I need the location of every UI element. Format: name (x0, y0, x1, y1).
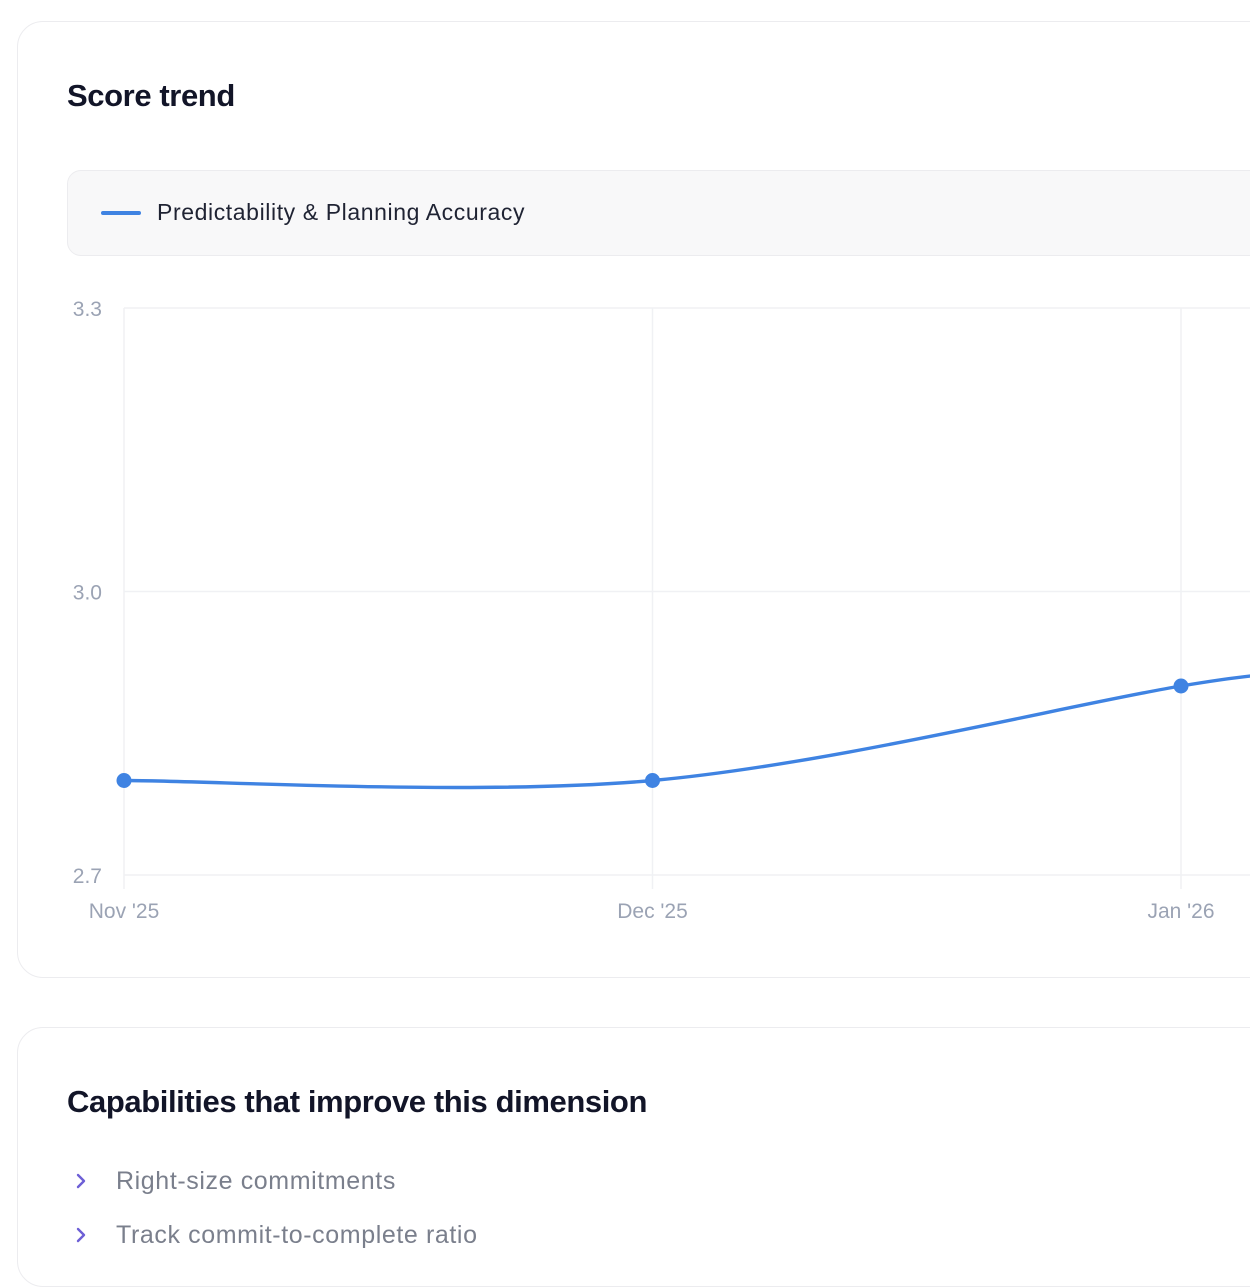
score-trend-chart: 3.3 3.0 2.7 Nov '25 Dec '25 Jan '26 (73, 298, 1250, 923)
x-tick-label: Jan '26 (1147, 900, 1214, 923)
x-tick-label: Dec '25 (617, 900, 688, 923)
chart-axis-labels: 3.3 3.0 2.7 Nov '25 Dec '25 Jan '26 (73, 298, 1215, 923)
capability-item-right-size[interactable]: Right-size commitments (68, 1154, 478, 1208)
data-point[interactable] (116, 773, 132, 788)
capabilities-title: Capabilities that improve this dimension (67, 1084, 647, 1119)
y-tick-label: 3.0 (73, 582, 102, 605)
chevron-right-icon (76, 1227, 86, 1243)
chevron-right-icon (76, 1173, 86, 1189)
data-point[interactable] (1173, 678, 1189, 694)
chart-series-lines (122, 674, 1250, 790)
data-point[interactable] (645, 773, 660, 788)
capability-label: Track commit-to-complete ratio (116, 1220, 478, 1249)
series-line (122, 674, 1250, 790)
capability-label: Right-size commitments (116, 1166, 396, 1195)
capabilities-list: Right-size commitments Track commit-to-c… (68, 1154, 478, 1262)
x-tick-label: Nov '25 (89, 900, 160, 923)
chart-grid (123, 307, 1250, 889)
capability-item-commit-ratio[interactable]: Track commit-to-complete ratio (68, 1208, 478, 1262)
capabilities-card: Capabilities that improve this dimension… (17, 1027, 1250, 1287)
y-tick-label: 3.3 (73, 298, 102, 321)
y-tick-label: 2.7 (73, 865, 102, 888)
